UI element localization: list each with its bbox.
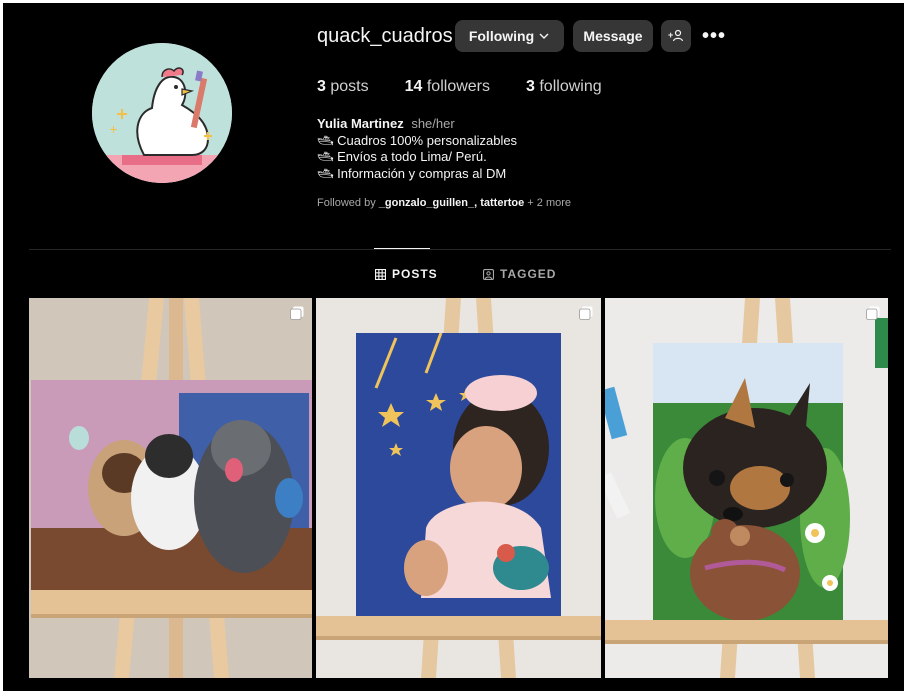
stat-following-value: 3 (526, 78, 535, 95)
pets-painting-image (29, 298, 312, 678)
stat-followers-label: followers (426, 78, 490, 95)
message-button-label: Message (583, 28, 643, 44)
bio-name-row: Yulia Martinez she/her (317, 116, 517, 133)
stat-followers-value: 14 (404, 78, 423, 95)
multiple-images-icon (866, 306, 880, 320)
bio-pronouns: she/her (411, 116, 455, 131)
profile-bio: Yulia Martinez she/her 🛥 Cuadros 100% pe… (317, 116, 517, 182)
stat-posts-label: posts (330, 78, 369, 95)
grid-icon (375, 268, 386, 280)
active-tab-indicator (374, 248, 430, 249)
stat-following[interactable]: 3 following (526, 78, 602, 96)
bio-line: 🛥 Información y compras al DM (317, 165, 507, 181)
post-thumbnail[interactable] (605, 298, 888, 678)
tab-tagged[interactable]: TAGGED (483, 267, 556, 281)
yorkie-painting-image (605, 298, 888, 678)
multiple-images-icon (579, 306, 593, 320)
svg-text:+: + (668, 30, 673, 40)
bio-full-name: Yulia Martinez (317, 116, 404, 131)
suggest-user-button[interactable]: + (661, 20, 691, 52)
following-button-label: Following (468, 28, 535, 44)
followed-by[interactable]: Followed by _gonzalo_guillen_, tattertoe… (317, 197, 571, 209)
tagged-icon (483, 268, 494, 280)
followed-by-users: _gonzalo_guillen_, tattertoe (378, 197, 525, 209)
more-options-icon[interactable]: ••• (701, 25, 727, 47)
followed-by-suffix: + 2 more (527, 197, 572, 209)
stat-posts-value: 3 (317, 78, 326, 95)
bio-line: 🛥 Cuadros 100% personalizables (317, 132, 518, 148)
post-thumbnail[interactable] (316, 298, 601, 678)
profile-avatar[interactable] (92, 43, 232, 183)
followed-by-prefix: Followed by (317, 197, 376, 209)
profile-stats: 3 posts 14 followers 3 following (317, 78, 638, 96)
following-button[interactable]: Following (455, 20, 564, 52)
tab-posts[interactable]: POSTS (375, 267, 438, 281)
stat-following-label: following (539, 78, 602, 95)
tab-posts-label: POSTS (392, 267, 438, 281)
stat-followers[interactable]: 14 followers (405, 78, 490, 96)
profile-username: quack_cuadros (317, 25, 453, 47)
multiple-images-icon (290, 306, 304, 320)
baby-painting-image (316, 298, 601, 678)
profile-page: quack_cuadros Following Message + ••• 3 … (3, 3, 904, 691)
bio-line: 🛥 Envíos a todo Lima/ Perú. (317, 149, 487, 164)
tabs-divider (29, 249, 891, 250)
tab-tagged-label: TAGGED (500, 267, 557, 281)
message-button[interactable]: Message (573, 20, 653, 52)
duck-avatar-illustration (92, 43, 232, 183)
chevron-down-icon (539, 33, 549, 39)
stat-posts: 3 posts (317, 78, 369, 96)
add-user-icon: + (668, 29, 684, 42)
post-thumbnail[interactable] (29, 298, 312, 678)
